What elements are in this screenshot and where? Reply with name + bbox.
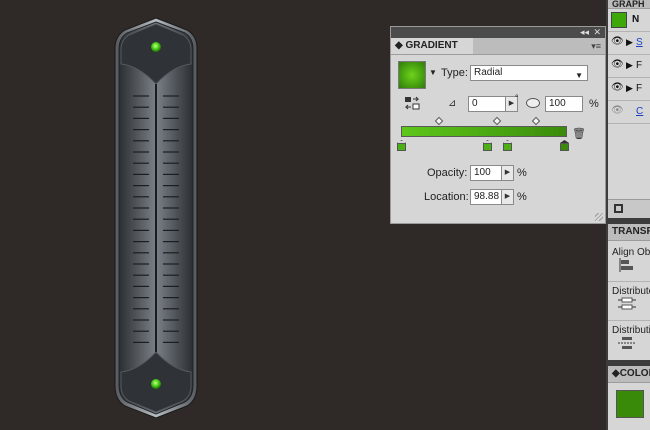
eye-icon[interactable]: 👁 xyxy=(611,59,624,71)
gradient-stop[interactable] xyxy=(483,140,492,151)
layer-row[interactable]: 👁 C xyxy=(608,101,650,124)
row-letter[interactable]: C xyxy=(636,106,643,117)
eye-icon[interactable]: 👁 xyxy=(611,36,624,48)
gradient-slider-bar[interactable] xyxy=(401,126,567,137)
swatch-dropdown-icon[interactable]: ▼ xyxy=(429,68,437,77)
style-swatch[interactable] xyxy=(611,12,627,28)
gradient-swatch[interactable] xyxy=(398,61,426,89)
angle-field[interactable]: 0 xyxy=(468,96,506,112)
location-stepper[interactable]: ▶ xyxy=(502,189,514,205)
expand-triangle-icon[interactable]: ▶ xyxy=(626,83,633,94)
gradient-stop[interactable] xyxy=(503,140,512,151)
panel-footer xyxy=(608,199,650,218)
color-panel-arrow-icon: ◆ xyxy=(612,368,620,379)
expand-triangle-icon[interactable]: ▶ xyxy=(626,60,633,71)
graphic-styles-header[interactable]: GRAPH xyxy=(608,0,650,9)
midpoint-diamond[interactable] xyxy=(434,116,444,126)
align-objects-label: Align Ob xyxy=(612,247,650,258)
panel-tabbar: ◆ GRADIENT ▾≡ xyxy=(391,38,605,55)
gradient-stop-selected[interactable] xyxy=(560,140,569,151)
align-panel-header[interactable]: TRANSF xyxy=(608,224,650,241)
angle-icon: ⊿ xyxy=(448,98,457,109)
tab-gradient[interactable]: ◆ GRADIENT xyxy=(391,38,473,54)
type-select-value: Radial xyxy=(474,67,503,78)
location-percent: % xyxy=(517,191,527,203)
trash-icon[interactable]: 🗑 xyxy=(572,127,586,140)
layer-row[interactable]: N xyxy=(608,9,650,32)
graphic-styles-panel: GRAPH N 👁 ▶ S 👁 ▶ F 👁 ▶ F 👁 C xyxy=(608,0,650,218)
opacity-field[interactable]: 100 xyxy=(470,165,502,181)
tab-arrow-icon: ◆ xyxy=(395,40,406,51)
align-left-icon[interactable] xyxy=(618,258,636,272)
aspect-percent: % xyxy=(589,98,599,110)
gradient-panel: ◂◂ ✕ ◆ GRADIENT ▾≡ ▼ Type: Radial ▼ ⊿ 0 … xyxy=(390,26,606,224)
slider-artwork xyxy=(114,18,198,418)
reverse-gradient-icon[interactable] xyxy=(404,96,420,110)
distribute-spacing-icon[interactable] xyxy=(618,336,636,350)
layer-row[interactable]: 👁 ▶ F xyxy=(608,78,650,101)
color-panel-title: COLOR xyxy=(619,368,650,379)
chevron-down-icon: ▼ xyxy=(575,71,583,80)
midpoint-diamond[interactable] xyxy=(531,116,541,126)
eye-icon[interactable]: 👁 xyxy=(611,105,624,117)
collapse-panel-button[interactable]: ◂◂ xyxy=(580,27,589,38)
color-panel: ◆COLOR xyxy=(608,366,650,430)
top-led xyxy=(151,42,161,52)
gradient-stop[interactable] xyxy=(397,140,406,151)
close-panel-button[interactable]: ✕ xyxy=(593,27,601,38)
right-dock: GRAPH N 👁 ▶ S 👁 ▶ F 👁 ▶ F 👁 C TRANSF Ali… xyxy=(606,0,650,430)
align-panel: TRANSF Align Ob Distribute Distributi xyxy=(608,224,650,360)
aspect-ratio-icon xyxy=(526,98,540,108)
row-letter: F xyxy=(636,60,643,71)
opacity-percent: % xyxy=(517,167,527,179)
color-panel-header[interactable]: ◆COLOR xyxy=(608,366,650,383)
expand-triangle-icon[interactable]: ▶ xyxy=(626,37,633,48)
bottom-led xyxy=(151,379,161,389)
type-label: Type: xyxy=(441,67,468,79)
panel-menu-icon[interactable]: ▾≡ xyxy=(591,41,601,52)
type-select[interactable]: Radial ▼ xyxy=(470,65,588,81)
tab-gradient-label: GRADIENT xyxy=(405,40,458,51)
midpoint-diamond[interactable] xyxy=(492,116,502,126)
layer-row[interactable]: 👁 ▶ S xyxy=(608,32,650,55)
opacity-label: Opacity: xyxy=(427,167,468,179)
opacity-stepper[interactable]: ▶ xyxy=(502,165,514,181)
aspect-ratio-field[interactable]: 100 xyxy=(545,96,583,112)
layer-row[interactable]: 👁 ▶ F xyxy=(608,55,650,78)
fill-color-swatch[interactable] xyxy=(616,390,644,418)
location-field[interactable]: 98.88 xyxy=(470,189,502,205)
resize-grip[interactable] xyxy=(595,213,603,221)
panel-topbar: ◂◂ ✕ xyxy=(391,27,605,38)
row-letter: F xyxy=(636,83,643,94)
distribute-vertical-icon[interactable] xyxy=(618,297,636,311)
row-letter: N xyxy=(632,14,640,25)
distribute-spacing-label: Distributi xyxy=(608,320,650,336)
degree-symbol: ° xyxy=(515,93,519,103)
distribute-objects-label: Distribute xyxy=(608,281,650,297)
row-letter[interactable]: S xyxy=(636,37,643,48)
eye-icon[interactable]: 👁 xyxy=(611,82,624,94)
location-label: Location: xyxy=(424,191,469,203)
new-style-icon[interactable] xyxy=(614,204,623,213)
